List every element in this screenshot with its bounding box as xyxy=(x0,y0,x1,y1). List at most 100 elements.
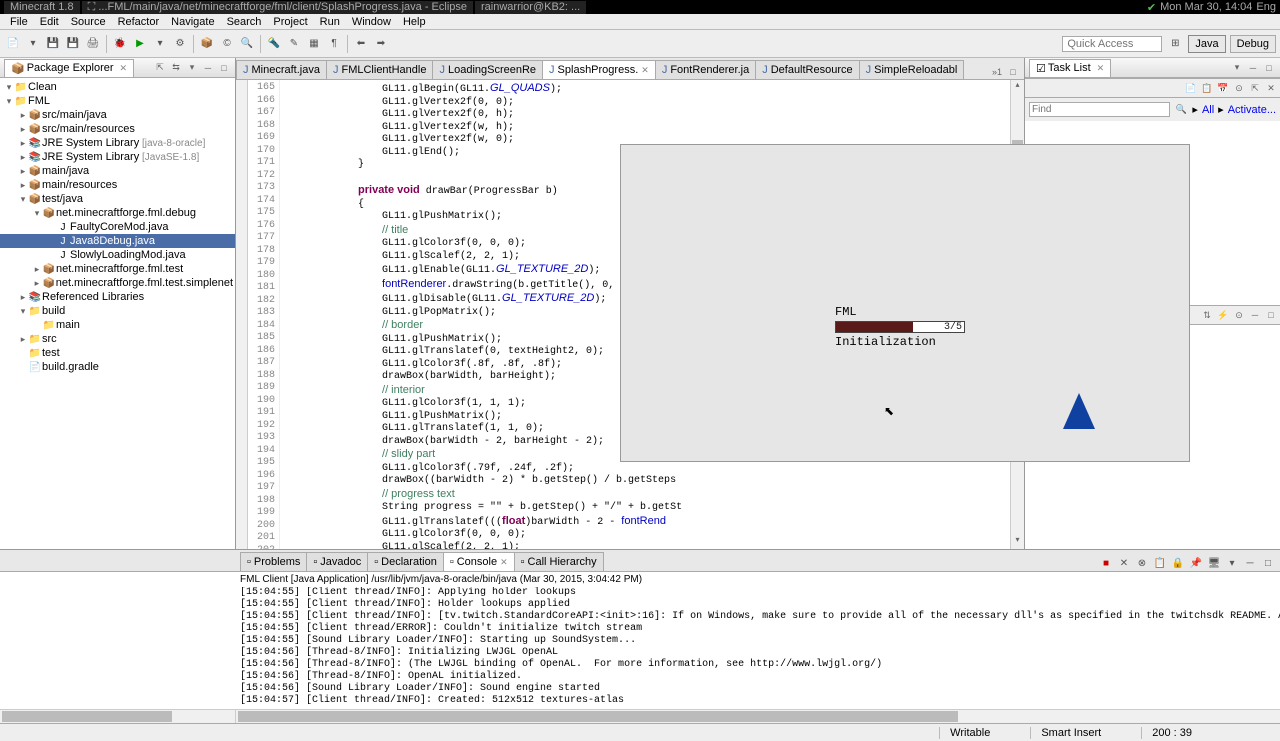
tree-item[interactable]: 📁main xyxy=(0,318,235,332)
tree-item[interactable]: ▸📦src/main/resources xyxy=(0,122,235,136)
tree-item[interactable]: ▸📦main/resources xyxy=(0,178,235,192)
link-editor-icon[interactable]: ⇆ xyxy=(169,61,183,75)
sort-icon[interactable]: ⇅ xyxy=(1200,308,1214,322)
run-button[interactable]: ▶ xyxy=(131,35,149,53)
editor-tab[interactable]: JSplashProgress.✕ xyxy=(542,60,656,79)
menu-file[interactable]: File xyxy=(4,15,34,29)
focus-icon[interactable]: ⊙ xyxy=(1232,81,1246,95)
line-number-gutter[interactable]: 165 166 167 168 169 170 171 172 173 174 … xyxy=(248,80,280,549)
bottom-tab-call hierarchy[interactable]: ▫Call Hierarchy xyxy=(514,552,604,571)
open-console-icon[interactable]: ▾ xyxy=(1224,555,1240,571)
menu-navigate[interactable]: Navigate xyxy=(165,15,220,29)
lang-indicator[interactable]: Eng xyxy=(1256,1,1276,14)
tree-item[interactable]: ▾📁FML xyxy=(0,94,235,108)
categorize-icon[interactable]: 📋 xyxy=(1200,81,1214,95)
taskbar-item[interactable]: ⛶ ...FML/main/java/net/minecraftforge/fm… xyxy=(82,1,473,14)
tree-item[interactable]: ▸📦main/java xyxy=(0,164,235,178)
tree-item[interactable]: ▾📁Clean xyxy=(0,80,235,94)
minimize-icon[interactable]: ─ xyxy=(1248,308,1262,322)
collapse-icon[interactable]: ⇱ xyxy=(1248,81,1262,95)
show-list-icon[interactable]: »1 xyxy=(990,65,1004,79)
tree-item[interactable]: ▾📦net.minecraftforge.fml.debug xyxy=(0,206,235,220)
menu-project[interactable]: Project xyxy=(267,15,313,29)
tree-item[interactable]: JSlowlyLoadingMod.java xyxy=(0,248,235,262)
expand-icon[interactable]: ▸ xyxy=(18,292,28,303)
toggle-mark-button[interactable]: ✎ xyxy=(285,35,303,53)
open-perspective-button[interactable]: ⊞ xyxy=(1166,35,1184,53)
clear-icon[interactable]: 📋 xyxy=(1152,555,1168,571)
tree-item[interactable]: ▸📚Referenced Libraries xyxy=(0,290,235,304)
bottom-tab-javadoc[interactable]: ▫Javadoc xyxy=(306,552,368,571)
all-filter-link[interactable]: All xyxy=(1202,104,1214,116)
menu-help[interactable]: Help xyxy=(397,15,432,29)
remove-launch-icon[interactable]: ✕ xyxy=(1116,555,1132,571)
expand-icon[interactable]: ▸ xyxy=(18,166,28,177)
minimize-icon[interactable]: ─ xyxy=(1242,555,1258,571)
menu-edit[interactable]: Edit xyxy=(34,15,65,29)
bottom-tab-console[interactable]: ▫Console✕ xyxy=(443,552,515,571)
taskbar-item[interactable]: Minecraft 1.8 xyxy=(4,1,80,14)
close-icon[interactable]: ✕ xyxy=(120,63,128,74)
expand-icon[interactable]: ▸ xyxy=(18,110,28,121)
scroll-lock-icon[interactable]: 🔒 xyxy=(1170,555,1186,571)
forward-button[interactable]: ➡ xyxy=(372,35,390,53)
collapse-all-icon[interactable]: ⇱ xyxy=(153,61,167,75)
tree-item[interactable]: ▸📦net.minecraftforge.fml.test xyxy=(0,262,235,276)
run-dropdown[interactable]: ▾ xyxy=(151,35,169,53)
minimize-icon[interactable]: ─ xyxy=(1246,61,1260,75)
scroll-down-icon[interactable]: ▾ xyxy=(1011,535,1024,549)
expand-icon[interactable]: ▸ xyxy=(32,278,42,289)
taskbar-item[interactable]: rainwarrior@KB2: ... xyxy=(475,1,586,14)
close-icon[interactable]: ✕ xyxy=(1097,63,1105,74)
tree-item[interactable]: ▾📁build xyxy=(0,304,235,318)
maximize-icon[interactable]: □ xyxy=(1006,65,1020,79)
editor-tab[interactable]: JDefaultResource xyxy=(755,60,859,79)
expand-icon[interactable]: ▸ xyxy=(18,138,28,149)
task-find-input[interactable] xyxy=(1029,102,1170,117)
back-button[interactable]: ⬅ xyxy=(352,35,370,53)
expand-icon[interactable]: ▸ xyxy=(18,152,28,163)
menu-refactor[interactable]: Refactor xyxy=(112,15,166,29)
save-button[interactable]: 💾 xyxy=(44,35,62,53)
view-menu-icon[interactable]: ▾ xyxy=(1230,61,1244,75)
tree-item[interactable]: ▸📦net.minecraftforge.fml.test.simplenet xyxy=(0,276,235,290)
new-class-button[interactable]: © xyxy=(218,35,236,53)
new-package-button[interactable]: 📦 xyxy=(198,35,216,53)
expand-icon[interactable]: ▸ xyxy=(18,334,28,345)
bottom-tab-declaration[interactable]: ▫Declaration xyxy=(367,552,444,571)
expand-icon[interactable]: ▾ xyxy=(4,96,14,107)
ext-tools-button[interactable]: ⚙ xyxy=(171,35,189,53)
new-button[interactable]: 📄 xyxy=(4,35,22,53)
toggle-block-button[interactable]: ▦ xyxy=(305,35,323,53)
search-icon[interactable]: 🔍 xyxy=(1174,103,1188,117)
remove-all-icon[interactable]: ⊗ xyxy=(1134,555,1150,571)
print-button[interactable]: 🖨 xyxy=(84,35,102,53)
maximize-icon[interactable]: □ xyxy=(217,61,231,75)
activate-link[interactable]: Activate... xyxy=(1228,104,1276,116)
pin-icon[interactable]: 📌 xyxy=(1188,555,1204,571)
package-tree[interactable]: ▾📁Clean▾📁FML▸📦src/main/java▸📦src/main/re… xyxy=(0,78,235,549)
editor-tab[interactable]: JSimpleReloadabl xyxy=(859,60,965,79)
expand-icon[interactable]: ▾ xyxy=(32,208,42,219)
close-icon[interactable]: ✕ xyxy=(641,65,649,76)
tree-item[interactable]: ▸📚JRE System Library [java-8-oracle] xyxy=(0,136,235,150)
editor-tab[interactable]: JLoadingScreenRe xyxy=(432,60,543,79)
menu-window[interactable]: Window xyxy=(346,15,397,29)
expand-icon[interactable]: ▸ xyxy=(32,264,42,275)
save-all-button[interactable]: 💾 xyxy=(64,35,82,53)
display-icon[interactable]: 🖥 xyxy=(1206,555,1222,571)
editor-tab[interactable]: JMinecraft.java xyxy=(236,60,327,79)
menu-search[interactable]: Search xyxy=(221,15,268,29)
hide-icon[interactable]: ✕ xyxy=(1264,81,1278,95)
expand-icon[interactable]: ▸ xyxy=(18,180,28,191)
debug-perspective[interactable]: Debug xyxy=(1230,35,1276,53)
scroll-up-icon[interactable]: ▴ xyxy=(1011,80,1024,94)
tree-item[interactable]: ▸📚JRE System Library [JavaSE-1.8] xyxy=(0,150,235,164)
expand-icon[interactable]: ▸ xyxy=(18,124,28,135)
open-type-button[interactable]: 🔍 xyxy=(238,35,256,53)
tree-item[interactable]: JJava8Debug.java xyxy=(0,234,235,248)
editor-tab[interactable]: JFMLClientHandle xyxy=(326,60,433,79)
minimize-icon[interactable]: ─ xyxy=(201,61,215,75)
java-perspective[interactable]: Java xyxy=(1188,35,1225,53)
filter-icon[interactable]: ⚡ xyxy=(1216,308,1230,322)
